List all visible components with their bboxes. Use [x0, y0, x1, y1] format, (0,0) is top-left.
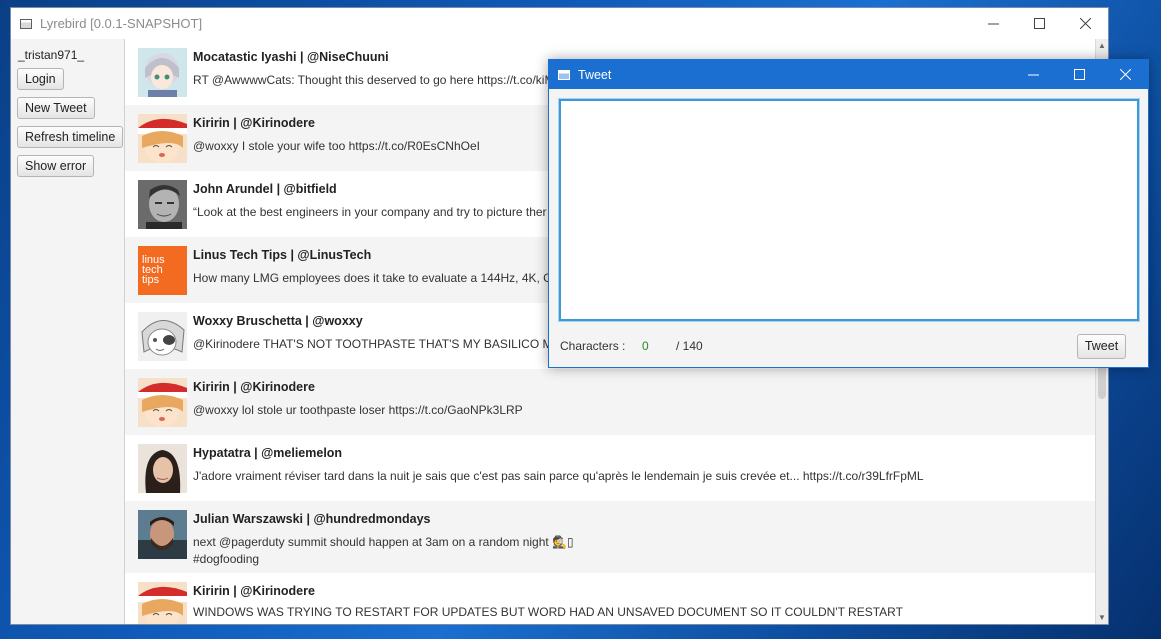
tweet-text: RT @AwwwwCats: Thought this deserved to … — [193, 73, 555, 87]
close-button[interactable] — [1062, 8, 1108, 39]
bearded-man-avatar — [138, 510, 187, 559]
tweet-author: Kiririn | @Kirinodere — [193, 116, 315, 130]
tweet-author: Hypatatra | @meliemelon — [193, 446, 343, 460]
tweet-text: @woxxy I stole your wife too https://t.c… — [193, 139, 480, 153]
tweet-item[interactable]: Julian Warszawski | @hundredmondays next… — [125, 501, 1095, 573]
man-photo-avatar — [138, 180, 187, 229]
woman-photo-avatar — [138, 444, 187, 493]
tweet-dialog: Tweet Characters : 0 / 140 Tweet — [548, 59, 1149, 368]
characters-label: Characters : — [560, 339, 626, 353]
dialog-window-controls — [1010, 60, 1148, 89]
maximize-icon — [1033, 18, 1045, 29]
minimize-icon — [1027, 74, 1039, 76]
tweet-text: @Kirinodere THAT'S NOT TOOTHPASTE THAT'S… — [193, 337, 571, 351]
new-tweet-button[interactable]: New Tweet — [17, 97, 95, 119]
dialog-titlebar[interactable]: Tweet — [549, 60, 1148, 89]
window-controls — [970, 8, 1108, 39]
app-window-icon — [20, 18, 32, 29]
maximize-button[interactable] — [1016, 8, 1062, 39]
santa-hat-avatar — [138, 114, 187, 163]
characters-max: / 140 — [676, 339, 703, 353]
scroll-up-icon[interactable]: ▲ — [1098, 41, 1106, 50]
tweet-text: How many LMG employees does it take to e… — [193, 271, 557, 285]
tweet-text: J'adore vraiment réviser tard dans la nu… — [193, 469, 924, 483]
tweet-textarea[interactable] — [559, 99, 1139, 321]
scroll-thumb[interactable] — [1098, 364, 1106, 399]
characters-count: 0 — [642, 339, 649, 353]
sketch-avatar — [138, 312, 187, 361]
dialog-title: Tweet — [578, 67, 612, 82]
show-error-button[interactable]: Show error — [17, 155, 95, 177]
window-title: Lyrebird [0.0.1-SNAPSHOT] — [40, 16, 203, 31]
dialog-window-icon — [558, 69, 570, 80]
tweet-author: Kiririn | @Kirinodere — [193, 584, 315, 598]
dialog-close-button[interactable] — [1102, 60, 1148, 89]
close-icon — [1079, 18, 1091, 29]
minimize-icon — [987, 23, 999, 25]
tweet-author: Mocatastic Iyashi | @NiseChuuni — [193, 50, 389, 64]
anime-girl-avatar — [138, 48, 187, 97]
tweet-item[interactable]: Kiririn | @Kirinodere @woxxy lol stole u… — [125, 369, 1095, 435]
tweet-text: next @pagerduty summit should happen at … — [193, 535, 574, 549]
santa-hat-avatar — [138, 378, 187, 427]
tweet-author: John Arundel | @bitfield — [193, 182, 337, 196]
sidebar: _tristan971_ Login New Tweet Refresh tim… — [11, 39, 125, 624]
tweet-hashtag: #dogfooding — [193, 552, 260, 566]
refresh-timeline-button[interactable]: Refresh timeline — [17, 126, 124, 148]
tweet-text: @woxxy lol stole ur toothpaste loser htt… — [193, 403, 523, 417]
tweet-author: Woxxy Bruschetta | @woxxy — [193, 314, 363, 328]
tweet-author: Julian Warszawski | @hundredmondays — [193, 512, 431, 526]
login-button[interactable]: Login — [17, 68, 64, 90]
linus-tech-tips-logo: linus tech tips — [138, 246, 187, 295]
maximize-icon — [1073, 69, 1085, 80]
tweet-author: Kiririn | @Kirinodere — [193, 380, 315, 394]
tweet-text: “Look at the best engineers in your comp… — [193, 205, 547, 219]
close-icon — [1119, 69, 1131, 80]
window-titlebar[interactable]: Lyrebird [0.0.1-SNAPSHOT] — [11, 8, 1108, 39]
scroll-down-icon[interactable]: ▼ — [1098, 613, 1106, 622]
username-label: _tristan971_ — [18, 48, 85, 62]
tweet-send-button[interactable]: Tweet — [1077, 334, 1126, 359]
dialog-minimize-button[interactable] — [1010, 60, 1056, 89]
logo-text: linus tech tips — [142, 254, 165, 286]
tweet-item[interactable]: Hypatatra | @meliemelon J'adore vraiment… — [125, 435, 1095, 501]
tweet-text: WINDOWS WAS TRYING TO RESTART FOR UPDATE… — [193, 605, 903, 619]
tweet-author: Linus Tech Tips | @LinusTech — [193, 248, 372, 262]
minimize-button[interactable] — [970, 8, 1016, 39]
tweet-item[interactable]: Kiririn | @Kirinodere WINDOWS WAS TRYING… — [125, 573, 1095, 624]
dialog-maximize-button[interactable] — [1056, 60, 1102, 89]
santa-hat-avatar — [138, 582, 187, 624]
